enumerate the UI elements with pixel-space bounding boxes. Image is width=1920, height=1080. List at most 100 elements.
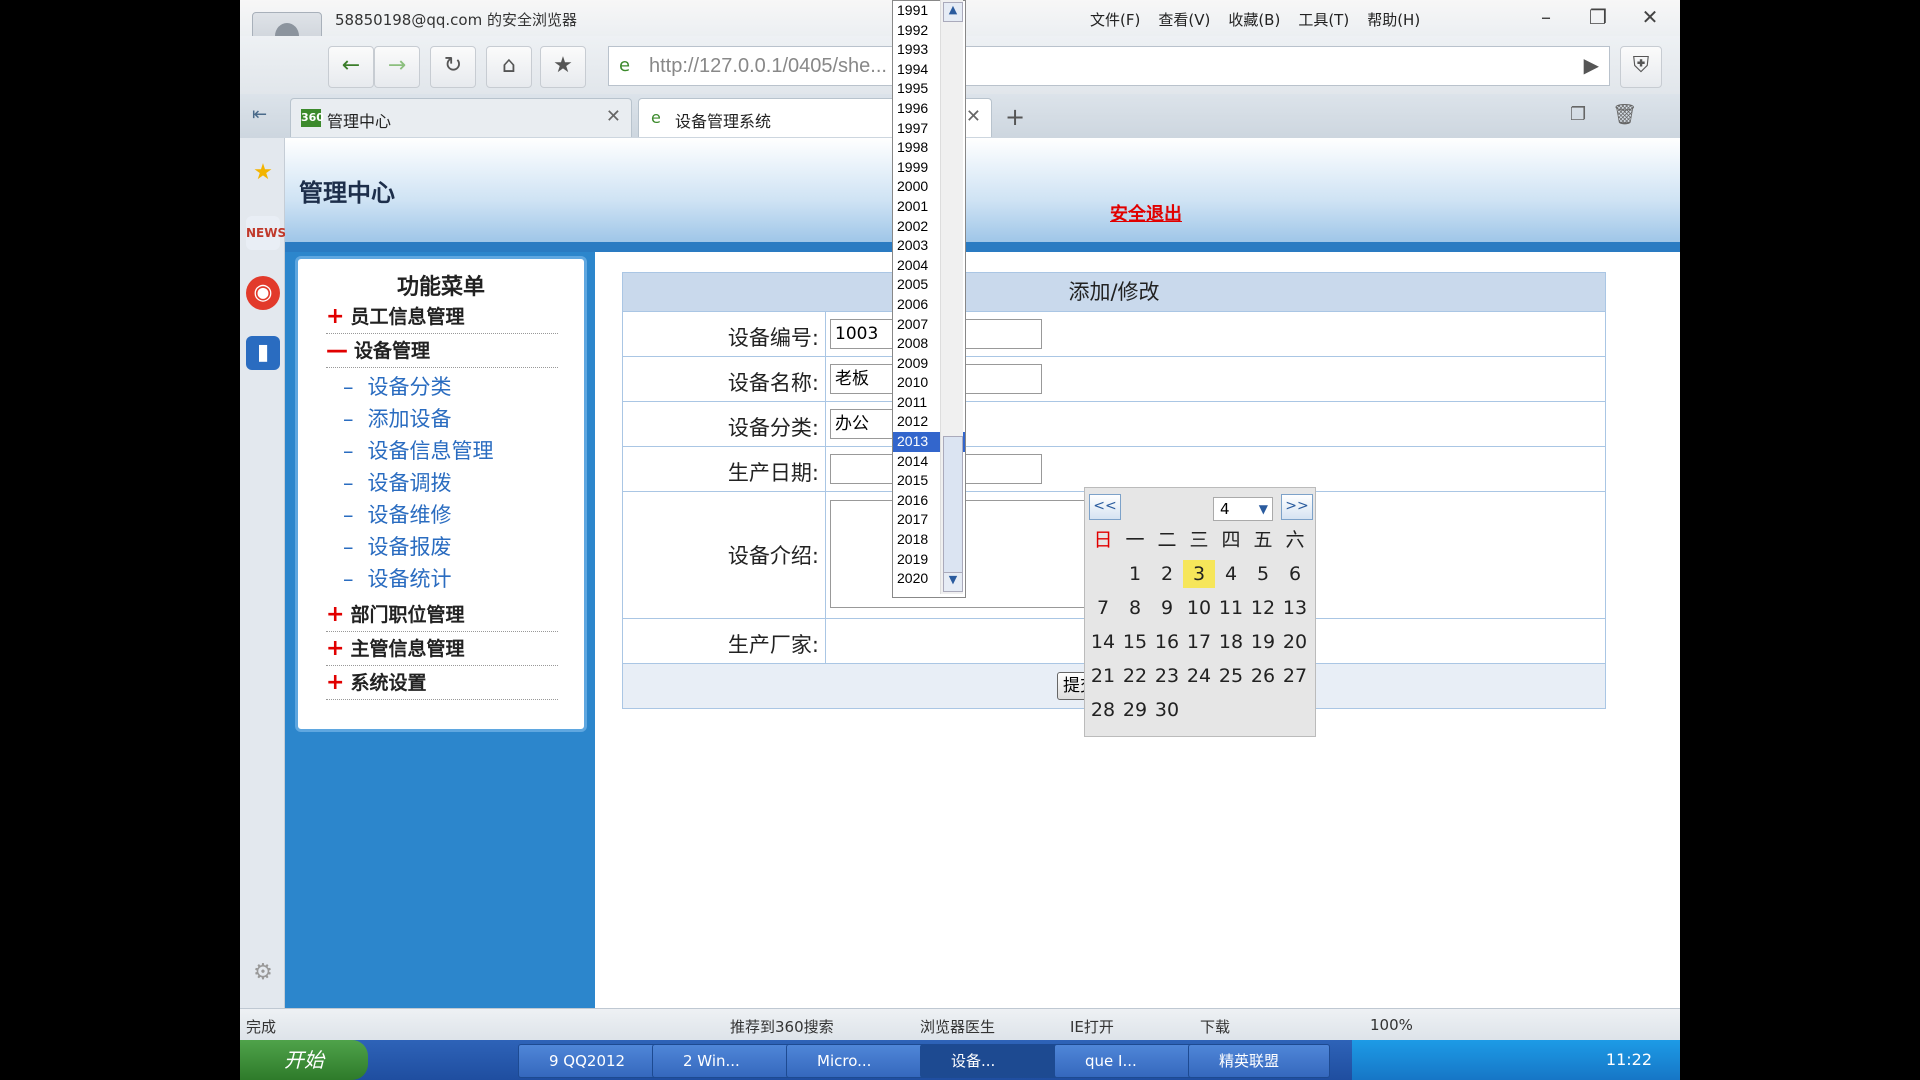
- calendar-day[interactable]: 10: [1183, 594, 1215, 622]
- ie-open-button[interactable]: IE打开: [1070, 1016, 1114, 1037]
- calendar-day[interactable]: 25: [1215, 662, 1247, 690]
- address-bar[interactable]: e http://127.0.0.1/0405/she... x.php ▶: [608, 46, 1610, 86]
- calendar-day[interactable]: 5: [1247, 560, 1279, 588]
- new-tab-icon[interactable]: +: [1000, 102, 1030, 132]
- calendar-day: [1087, 560, 1119, 588]
- tab-admin-center[interactable]: 360 管理中心 ✕: [290, 98, 632, 137]
- tab-label: 设备管理系统: [675, 112, 772, 131]
- menu-view[interactable]: 查看(V): [1158, 9, 1210, 30]
- browser-doctor-button[interactable]: 浏览器医生: [920, 1016, 995, 1037]
- calendar-day[interactable]: 4: [1215, 560, 1247, 588]
- weibo-icon[interactable]: ◉: [246, 276, 280, 310]
- calendar-day[interactable]: 30: [1151, 696, 1183, 724]
- task-qq[interactable]: 9 QQ2012: [518, 1044, 660, 1078]
- calendar-day[interactable]: 24: [1183, 662, 1215, 690]
- menu-group-department[interactable]: + 部门职位管理: [326, 599, 558, 632]
- calendar-day[interactable]: 20: [1279, 628, 1311, 656]
- calendar-day[interactable]: 23: [1151, 662, 1183, 690]
- collapse-icon: —: [326, 338, 348, 363]
- task-elite-league[interactable]: 精英联盟: [1188, 1044, 1330, 1078]
- sub-item-device-scrap[interactable]: – 设备报废: [343, 531, 452, 561]
- sub-item-device-info[interactable]: – 设备信息管理: [343, 435, 494, 465]
- calendar-day[interactable]: 1: [1119, 560, 1151, 588]
- calendar-day[interactable]: 29: [1119, 696, 1151, 724]
- menu-group-device[interactable]: — 设备管理: [326, 335, 558, 368]
- calendar-day[interactable]: 21: [1087, 662, 1119, 690]
- browser-window: 58850198@qq.com 的安全浏览器 文件(F) 查看(V) 收藏(B)…: [240, 0, 1680, 1080]
- sub-item-add-device[interactable]: – 添加设备: [343, 403, 452, 433]
- calendar-day[interactable]: 16: [1151, 628, 1183, 656]
- calendar-day[interactable]: 12: [1247, 594, 1279, 622]
- task-windows-explorer[interactable]: 2 Win...: [652, 1044, 794, 1078]
- task-que[interactable]: que I...: [1054, 1044, 1196, 1078]
- menu-tools[interactable]: 工具(T): [1298, 9, 1349, 30]
- push-search-button[interactable]: 推荐到360搜索: [730, 1016, 834, 1037]
- settings-gear-icon[interactable]: ⚙: [246, 956, 280, 990]
- security-button[interactable]: ⛨: [1620, 46, 1662, 88]
- task-microsoft[interactable]: Micro...: [786, 1044, 928, 1078]
- logout-link[interactable]: 安全退出: [1110, 200, 1182, 226]
- calendar-day[interactable]: 6: [1279, 560, 1311, 588]
- calendar-day[interactable]: 22: [1119, 662, 1151, 690]
- zoom-level[interactable]: 100%: [1370, 1016, 1413, 1034]
- menu-group-supervisor[interactable]: + 主管信息管理: [326, 633, 558, 666]
- sub-item-device-stats[interactable]: – 设备统计: [343, 563, 452, 593]
- scroll-thumb[interactable]: [943, 436, 963, 590]
- next-month-button[interactable]: >>: [1281, 494, 1313, 520]
- calendar-day[interactable]: 27: [1279, 662, 1311, 690]
- forward-button[interactable]: →: [374, 46, 420, 88]
- month-select[interactable]: 4 ▼: [1213, 497, 1273, 521]
- tab-close-icon[interactable]: ✕: [966, 106, 981, 127]
- calendar-day[interactable]: 9: [1151, 594, 1183, 622]
- menu-favorites[interactable]: 收藏(B): [1228, 9, 1280, 30]
- task-browser[interactable]: 设备...: [920, 1044, 1062, 1078]
- trash-icon[interactable]: 🗑: [1612, 102, 1637, 126]
- sub-item-device-category[interactable]: – 设备分类: [343, 371, 452, 401]
- tab-close-icon[interactable]: ✕: [606, 106, 621, 127]
- sub-item-device-transfer[interactable]: – 设备调拨: [343, 467, 452, 497]
- prev-month-button[interactable]: <<: [1089, 494, 1121, 520]
- calendar-day[interactable]: 15: [1119, 628, 1151, 656]
- sidebar-toggle-icon[interactable]: ⇤: [252, 104, 267, 125]
- start-button[interactable]: 开始: [240, 1040, 368, 1080]
- year-list-scrollbar[interactable]: ▲ ▼: [940, 0, 963, 594]
- news-icon[interactable]: NEWS: [246, 216, 286, 250]
- date-picker: << 4 ▼ >> 日 一 二 三 四 五 六 1 2 3 4 5 6 7 8 9 10 11 12 13…: [1084, 487, 1316, 737]
- favorite-button[interactable]: ★: [540, 46, 586, 88]
- favorites-star-icon[interactable]: ★: [246, 156, 280, 190]
- calendar-day[interactable]: 7: [1087, 594, 1119, 622]
- calendar-day[interactable]: 18: [1215, 628, 1247, 656]
- calendar-day[interactable]: 28: [1087, 696, 1119, 724]
- menu-group-employee[interactable]: + 员工信息管理: [326, 301, 558, 334]
- window-title: 58850198@qq.com 的安全浏览器: [335, 11, 577, 29]
- menu-file[interactable]: 文件(F): [1090, 9, 1140, 30]
- download-button[interactable]: 下载: [1200, 1016, 1230, 1037]
- refresh-button[interactable]: ↻: [430, 46, 476, 88]
- mobile-icon[interactable]: ▮: [246, 336, 280, 370]
- minimize-icon[interactable]: –: [1520, 0, 1572, 36]
- go-icon[interactable]: ▶: [1584, 53, 1599, 77]
- calendar-day[interactable]: 19: [1247, 628, 1279, 656]
- calendar-day[interactable]: 8: [1119, 594, 1151, 622]
- sub-item-device-repair[interactable]: – 设备维修: [343, 499, 452, 529]
- scroll-up-icon[interactable]: ▲: [943, 2, 963, 22]
- restore-icon[interactable]: ❐: [1572, 0, 1624, 36]
- calendar-day[interactable]: 3: [1183, 560, 1215, 588]
- form-heading: 添加/修改: [623, 273, 1605, 312]
- menu-group-settings[interactable]: + 系统设置: [326, 667, 558, 700]
- calendar-day[interactable]: 17: [1183, 628, 1215, 656]
- tab-list-icon[interactable]: ❐: [1570, 104, 1586, 125]
- calendar-day[interactable]: 26: [1247, 662, 1279, 690]
- scroll-down-icon[interactable]: ▼: [943, 572, 963, 592]
- menu-help[interactable]: 帮助(H): [1367, 9, 1420, 30]
- calendar-day[interactable]: 13: [1279, 594, 1311, 622]
- calendar-day[interactable]: 11: [1215, 594, 1247, 622]
- device-name-cell: 老板: [825, 357, 1042, 401]
- home-button[interactable]: ⌂: [486, 46, 532, 88]
- calendar-day[interactable]: 2: [1151, 560, 1183, 588]
- close-icon[interactable]: ✕: [1624, 0, 1676, 36]
- device-code-label: 设备编号:: [727, 326, 819, 350]
- calendar-grid: 日 一 二 三 四 五 六: [1087, 526, 1313, 554]
- calendar-day[interactable]: 14: [1087, 628, 1119, 656]
- back-button[interactable]: ←: [328, 46, 374, 88]
